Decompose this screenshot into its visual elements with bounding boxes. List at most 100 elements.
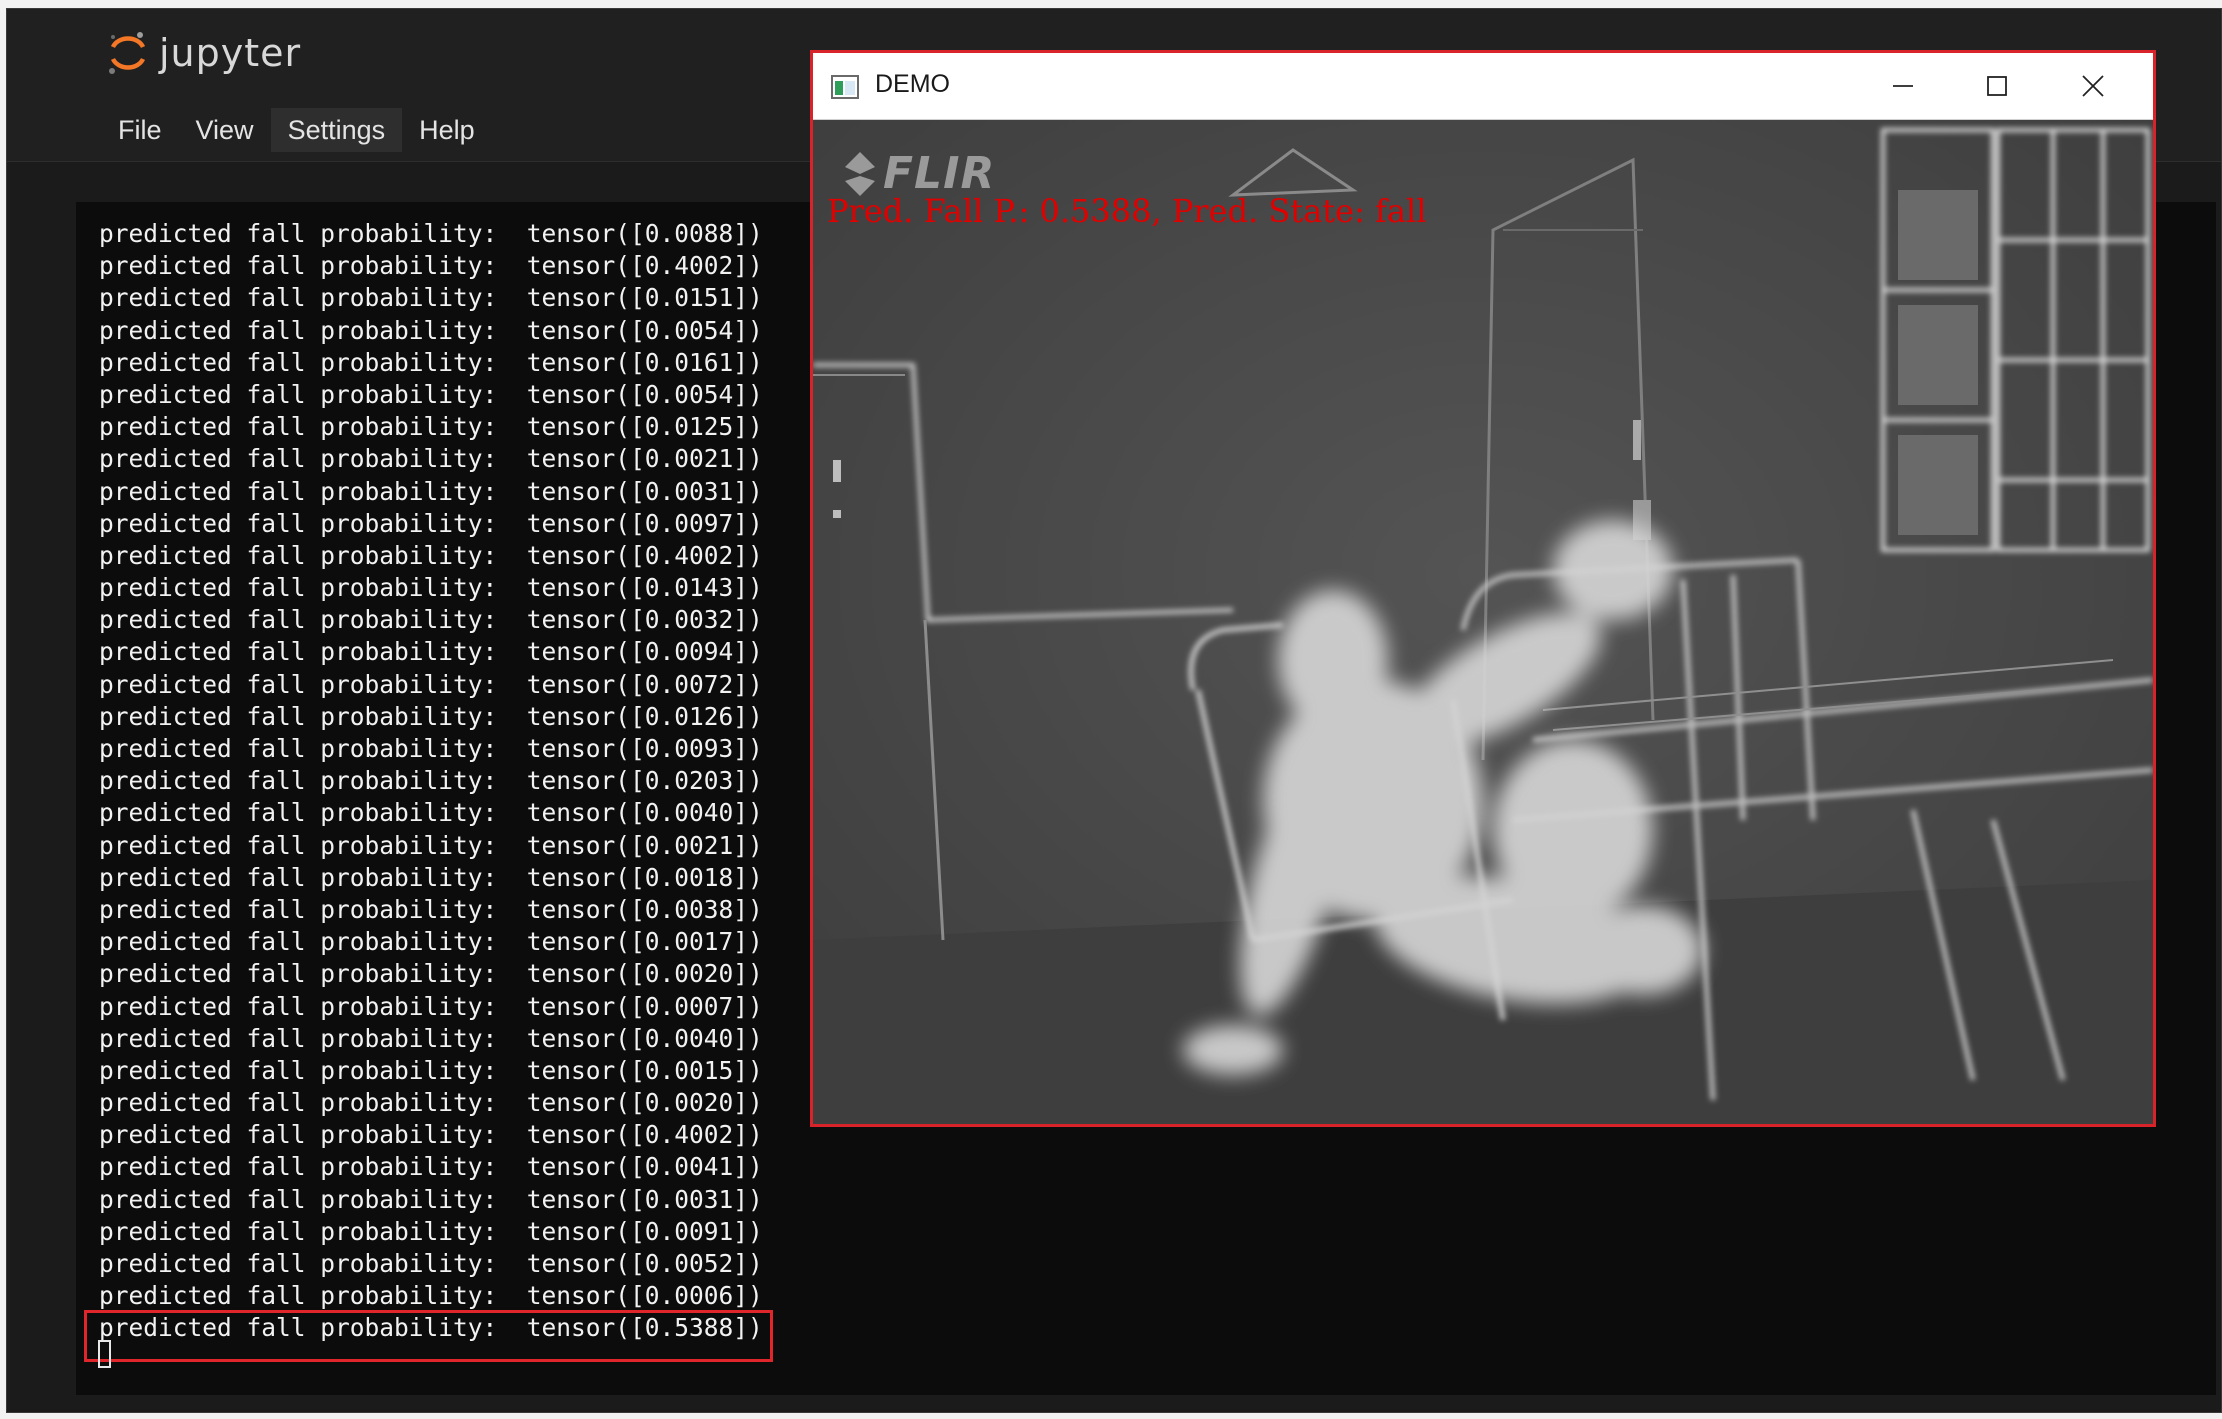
terminal-line: predicted fall probability: tensor([0.00…	[99, 1023, 763, 1055]
terminal-line-label: predicted fall probability:	[99, 959, 527, 989]
terminal-line-value: tensor([0.0143])	[526, 573, 763, 603]
terminal-line: predicted fall probability: tensor([0.00…	[99, 1184, 763, 1216]
terminal-line-value: tensor([0.0021])	[526, 444, 763, 474]
minimize-button[interactable]	[1873, 63, 1933, 109]
menu-items: File View Settings Help	[101, 108, 492, 152]
terminal-line-label: predicted fall probability:	[99, 283, 527, 313]
terminal-line: predicted fall probability: tensor([0.01…	[99, 411, 763, 443]
terminal-line-value: tensor([0.0015])	[526, 1055, 763, 1085]
window-app-icon	[831, 75, 859, 99]
terminal-line-label: predicted fall probability:	[99, 894, 527, 924]
menu-view[interactable]: View	[179, 108, 271, 152]
terminal-line: predicted fall probability: tensor([0.00…	[99, 315, 763, 347]
terminal-line: predicted fall probability: tensor([0.00…	[99, 1280, 763, 1312]
terminal-line-value: tensor([0.0052])	[526, 1249, 763, 1278]
terminal-line: predicted fall probability: tensor([0.00…	[99, 508, 763, 540]
terminal-line-label: predicted fall probability:	[99, 219, 527, 248]
terminal-line-value: tensor([0.0054])	[526, 315, 763, 345]
terminal-line-value: tensor([0.0020])	[526, 959, 763, 989]
terminal-line-label: predicted fall probability:	[99, 734, 527, 763]
terminal-line-value: tensor([0.0093])	[526, 734, 763, 763]
terminal-line-label: predicted fall probability:	[99, 347, 527, 377]
terminal-line-value: tensor([0.0021])	[526, 830, 763, 860]
minimize-icon	[1893, 85, 1913, 87]
terminal-line: predicted fall probability: tensor([0.01…	[99, 701, 763, 733]
terminal-line-value: tensor([0.0097])	[526, 508, 763, 538]
demo-titlebar[interactable]: DEMO	[813, 53, 2153, 120]
terminal-line: predicted fall probability: tensor([0.00…	[99, 604, 763, 636]
terminal-line-label: predicted fall probability:	[99, 1184, 527, 1214]
menu-file[interactable]: File	[101, 108, 179, 152]
terminal-line-label: predicted fall probability:	[99, 1216, 527, 1246]
terminal-line: predicted fall probability: tensor([0.00…	[99, 1248, 763, 1280]
terminal-line-label: predicted fall probability:	[99, 540, 527, 570]
terminal-line-value: tensor([0.4002])	[526, 251, 763, 281]
terminal-line-value: tensor([0.0151])	[526, 283, 763, 313]
terminal-line-label: predicted fall probability:	[99, 315, 527, 345]
terminal-line-value: tensor([0.0088])	[526, 219, 763, 248]
terminal-line-value: tensor([0.0072])	[526, 669, 763, 699]
terminal-line-value: tensor([0.0161])	[526, 347, 763, 377]
terminal-line: predicted fall probability: tensor([0.00…	[99, 894, 763, 926]
terminal-line: predicted fall probability: tensor([0.00…	[99, 1055, 763, 1087]
terminal-output: predicted fall probability: tensor([0.00…	[99, 218, 763, 1345]
terminal-line: predicted fall probability: tensor([0.00…	[99, 443, 763, 475]
jupyter-logo-text: jupyter	[159, 31, 302, 75]
terminal-line: predicted fall probability: tensor([0.01…	[99, 347, 763, 379]
terminal-line-label: predicted fall probability:	[99, 862, 527, 892]
terminal-line: predicted fall probability: tensor([0.00…	[99, 797, 763, 829]
terminal-line: predicted fall probability: tensor([0.01…	[99, 282, 763, 314]
terminal-line-value: tensor([0.0040])	[526, 798, 763, 828]
terminal-line: predicted fall probability: tensor([0.00…	[99, 926, 763, 958]
terminal-line-label: predicted fall probability:	[99, 1023, 527, 1053]
menu-settings[interactable]: Settings	[270, 108, 403, 152]
terminal-line-value: tensor([0.0017])	[526, 927, 763, 957]
terminal-line-value: tensor([0.0041])	[526, 1152, 763, 1182]
terminal-line-label: predicted fall probability:	[99, 508, 527, 538]
terminal-line-value: tensor([0.4002])	[526, 540, 763, 570]
terminal-line-value: tensor([0.0054])	[526, 379, 763, 409]
terminal-line-label: predicted fall probability:	[99, 379, 527, 409]
terminal-line-label: predicted fall probability:	[99, 991, 527, 1021]
terminal-line: predicted fall probability: tensor([0.00…	[99, 1216, 763, 1248]
prediction-overlay: Pred. Fall P.: 0.5388, Pred. State: fall	[827, 192, 1427, 230]
terminal-line: predicted fall probability: tensor([0.00…	[99, 862, 763, 894]
close-button[interactable]	[2063, 63, 2123, 109]
close-icon	[2082, 75, 2104, 97]
maximize-button[interactable]	[1967, 63, 2027, 109]
terminal-line: predicted fall probability: tensor([0.00…	[99, 1151, 763, 1183]
terminal-line: predicted fall probability: tensor([0.00…	[99, 830, 763, 862]
terminal-line: predicted fall probability: tensor([0.00…	[99, 476, 763, 508]
terminal-line-value: tensor([0.0203])	[526, 766, 763, 796]
demo-window-title: DEMO	[875, 70, 950, 98]
menu-help[interactable]: Help	[402, 108, 492, 152]
terminal-line: predicted fall probability: tensor([0.00…	[99, 991, 763, 1023]
terminal-line: predicted fall probability: tensor([0.40…	[99, 1119, 763, 1151]
terminal-line-label: predicted fall probability:	[99, 1281, 527, 1311]
terminal-line-label: predicted fall probability:	[99, 637, 527, 667]
terminal-line-value: tensor([0.0032])	[526, 605, 763, 635]
terminal-line-label: predicted fall probability:	[99, 701, 527, 731]
thermal-camera-frame: FLIR Pred. Fall P.: 0.5388, Pred. State:…	[813, 120, 2153, 1124]
terminal-line-label: predicted fall probability:	[99, 1120, 527, 1150]
terminal-line-label: predicted fall probability:	[99, 605, 527, 635]
terminal-line-value: tensor([0.0091])	[526, 1216, 763, 1246]
terminal-line-label: predicted fall probability:	[99, 1088, 527, 1118]
terminal-line-value: tensor([0.0018])	[526, 862, 763, 892]
terminal-line: predicted fall probability: tensor([0.40…	[99, 250, 763, 282]
terminal-line: predicted fall probability: tensor([0.00…	[99, 379, 763, 411]
terminal-line-value: tensor([0.0020])	[526, 1088, 763, 1118]
terminal-line-value: tensor([0.0125])	[526, 412, 763, 442]
thermal-scene	[813, 120, 2153, 1124]
terminal-line: predicted fall probability: tensor([0.00…	[99, 218, 763, 250]
jupyter-logo[interactable]: jupyter	[107, 29, 301, 77]
terminal-line-value: tensor([0.0094])	[526, 637, 763, 667]
terminal-line: predicted fall probability: tensor([0.02…	[99, 765, 763, 797]
terminal-line-value: tensor([0.0031])	[526, 476, 763, 506]
terminal-line: predicted fall probability: tensor([0.00…	[99, 1087, 763, 1119]
terminal-line-value: tensor([0.0040])	[526, 1023, 763, 1053]
terminal-line-value: tensor([0.0126])	[526, 701, 763, 731]
demo-window[interactable]: DEMO FLIR Pred. Fall P.: 0.5388, Pred. S…	[810, 50, 2156, 1127]
terminal-line-label: predicted fall probability:	[99, 251, 527, 281]
terminal-line-value: tensor([0.4002])	[526, 1120, 763, 1150]
